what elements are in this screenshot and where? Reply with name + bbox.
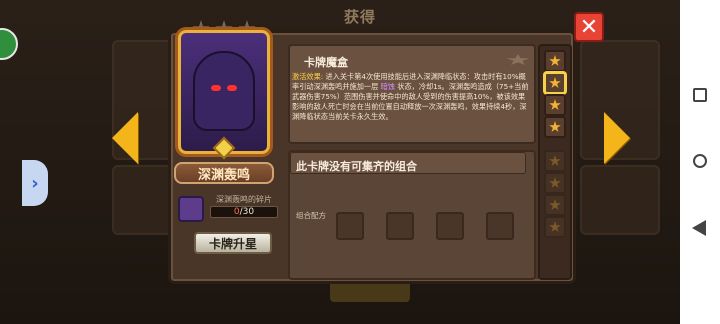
monster-image — [193, 51, 255, 131]
recipe-slot — [436, 212, 464, 240]
fragment-progress: 0 /30 — [210, 206, 278, 218]
arrow-left-icon[interactable] — [112, 112, 138, 164]
tab-locked[interactable] — [544, 216, 566, 238]
fragment-icon — [178, 196, 204, 222]
star-icon — [549, 121, 561, 132]
star-icon — [549, 99, 561, 110]
arrow-right-icon[interactable] — [604, 112, 630, 164]
monster-eye — [211, 85, 221, 91]
tab-star-4[interactable] — [544, 116, 566, 138]
desc-highlight: 暗蚀 — [380, 82, 395, 91]
recipe-slot — [336, 212, 364, 240]
recipe-label: 组合配方 — [296, 211, 326, 220]
card-portrait — [178, 30, 270, 154]
monster-eye — [227, 85, 237, 91]
card-name: 深渊轰鸣 — [174, 162, 274, 184]
info-description: 激活效果: 进入关卡第4次使用技能后进入深渊降临状态：攻击时有10%概率引动深渊… — [292, 72, 532, 122]
upgrade-star-button[interactable]: 卡牌升星 — [194, 232, 272, 254]
info-title: 卡牌魔盒 — [304, 56, 348, 69]
star-icon — [549, 221, 561, 232]
tab-locked[interactable] — [544, 194, 566, 216]
tab-star-2[interactable] — [544, 72, 566, 94]
close-icon[interactable]: ✕ — [574, 12, 604, 42]
home-icon[interactable] — [693, 154, 707, 168]
recent-apps-icon[interactable] — [693, 88, 707, 102]
recipe-slot — [486, 212, 514, 240]
tab-locked[interactable] — [544, 172, 566, 194]
star-icon — [549, 155, 561, 166]
recipe-slot — [386, 212, 414, 240]
back-icon[interactable] — [692, 220, 706, 236]
star-icon — [549, 55, 561, 66]
system-nav-bar — [680, 0, 720, 324]
star-icon — [549, 199, 561, 210]
fragment-max: /30 — [239, 207, 255, 217]
combo-message: 此卡牌没有可集齐的组合 — [296, 160, 417, 173]
background-card — [580, 165, 660, 235]
tab-star-1[interactable] — [544, 50, 566, 72]
tab-locked[interactable] — [544, 150, 566, 172]
star-icon — [549, 177, 561, 188]
page-title: 获得 — [343, 8, 376, 26]
side-expand-tab[interactable]: › — [22, 160, 48, 206]
fragment-label: 深渊轰鸣的碎片 — [216, 195, 272, 204]
star-icon — [549, 77, 561, 88]
desc-prefix: 激活效果: — [292, 72, 324, 81]
tab-star-3[interactable] — [544, 94, 566, 116]
